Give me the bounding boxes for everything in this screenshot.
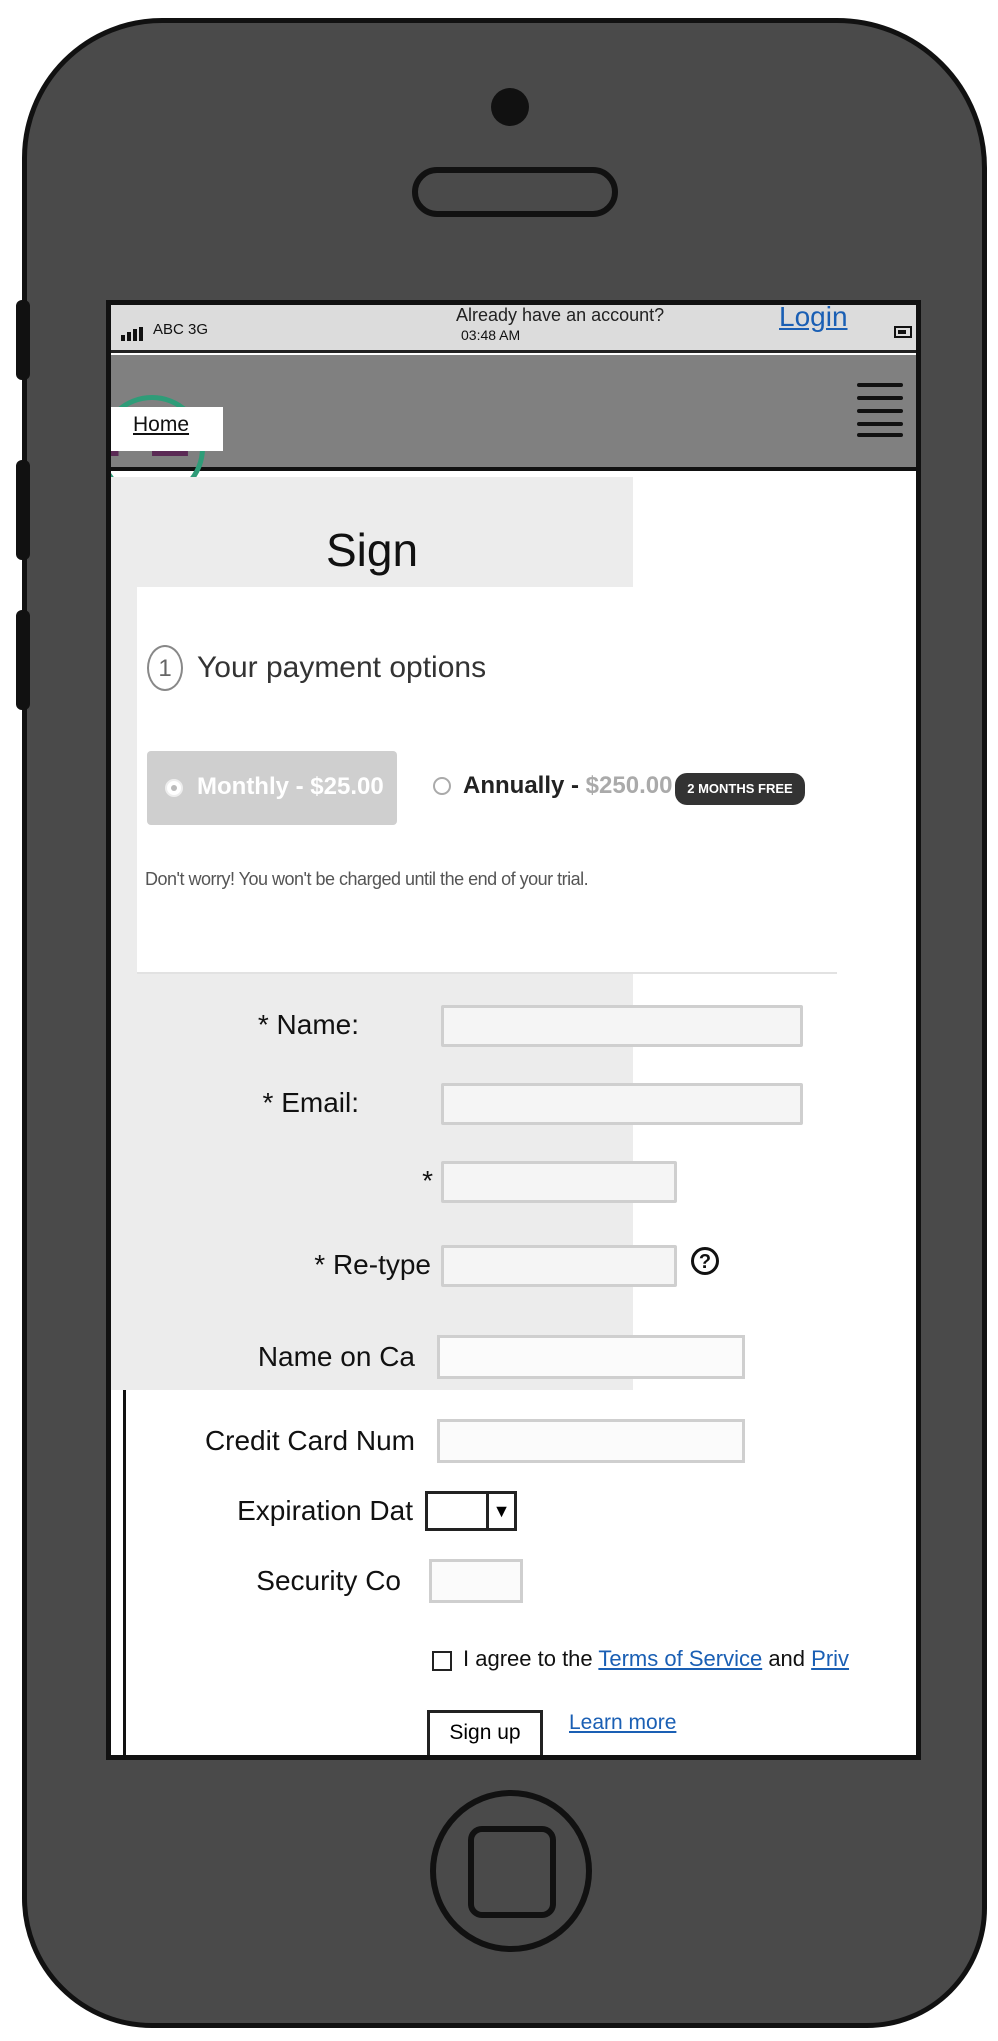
credit-card-number-label: Credit Card Num [204, 1425, 415, 1456]
battery-icon [894, 326, 912, 338]
name-on-card-input[interactable] [440, 1338, 746, 1378]
payment-options-card: 1 Your payment options Monthly - $25.00 … [137, 587, 837, 972]
page-title: Sign [325, 524, 419, 576]
section-divider [137, 972, 837, 974]
learn-more-link[interactable]: Learn more [569, 1711, 676, 1735]
status-bar: ABC 3G Already have an account? 03:48 AM… [111, 305, 916, 353]
trial-note: Don't worry! You won't be charged until … [145, 869, 589, 889]
carrier-label: ABC 3G [153, 321, 209, 338]
nav-bar: PE Home [111, 355, 916, 501]
mute-switch [16, 300, 30, 380]
left-edge-rule [123, 1390, 126, 1755]
payment-options-heading: Your payment options [197, 651, 487, 684]
security-code-field[interactable] [429, 1559, 524, 1603]
monthly-radio-selected[interactable] [165, 779, 183, 797]
annual-plan-price: $250.00 [585, 772, 673, 799]
name-label: * Name: [257, 1009, 359, 1040]
front-camera [491, 88, 529, 126]
password-label: * [422, 1165, 433, 1196]
signal-strength-icon [121, 327, 147, 341]
annual-radio[interactable] [433, 777, 451, 795]
email-label: * Email: [262, 1087, 359, 1118]
password-input[interactable] [444, 1164, 674, 1200]
name-on-card-label: Name on Ca [257, 1341, 415, 1372]
home-link[interactable]: Home [133, 413, 189, 437]
security-code-input[interactable] [432, 1562, 524, 1602]
monthly-plan-option[interactable]: Monthly - $25.00 [147, 751, 397, 825]
status-time: 03:48 AM [461, 327, 521, 343]
expiration-date-label: Expiration Dat [237, 1495, 413, 1526]
monthly-plan-label: Monthly - $25.00 [197, 773, 384, 800]
sign-up-button[interactable]: Sign up [427, 1710, 543, 1755]
name-input[interactable] [444, 1008, 800, 1044]
agree-and: and [762, 1646, 812, 1671]
agree-text: I agree to the Terms of Service and Priv [463, 1646, 849, 1672]
retype-password-label: * Re-type [314, 1249, 431, 1280]
volume-down-button [16, 610, 30, 710]
annual-plan-name: Annually - [463, 772, 586, 799]
expiration-date-select[interactable]: ▼ [425, 1491, 517, 1531]
privacy-policy-link[interactable]: Priv [811, 1646, 849, 1671]
retype-password-input[interactable] [444, 1248, 674, 1284]
password-field[interactable] [441, 1161, 677, 1203]
chevron-down-icon[interactable]: ▼ [486, 1494, 514, 1528]
terms-of-service-link[interactable]: Terms of Service [598, 1646, 762, 1671]
security-code-label: Security Co [256, 1565, 401, 1596]
months-free-badge: 2 MONTHS FREE [675, 773, 805, 805]
agree-checkbox[interactable] [432, 1651, 452, 1671]
annual-plan-label[interactable]: Annually - $250.00 [463, 772, 672, 800]
email-input[interactable] [444, 1086, 800, 1122]
already-have-account-text: Already have an account? [456, 305, 665, 325]
login-link[interactable]: Login [779, 305, 848, 333]
step-number-badge: 1 [147, 645, 183, 691]
credit-card-number-input[interactable] [440, 1422, 746, 1462]
email-field[interactable] [441, 1083, 803, 1125]
home-button-square-icon [468, 1826, 556, 1918]
volume-up-button [16, 460, 30, 560]
phone-screen: ABC 3G Already have an account? 03:48 AM… [106, 300, 921, 1760]
home-tab[interactable]: Home [111, 407, 223, 451]
agree-prefix: I agree to the [463, 1646, 599, 1671]
credit-card-number-field[interactable] [437, 1419, 746, 1463]
name-field[interactable] [441, 1005, 803, 1047]
hamburger-menu-icon[interactable] [857, 383, 903, 439]
name-on-card-field[interactable] [437, 1335, 746, 1379]
help-icon[interactable]: ? [691, 1247, 719, 1275]
earpiece-speaker [412, 167, 618, 217]
retype-password-field[interactable] [441, 1245, 677, 1287]
